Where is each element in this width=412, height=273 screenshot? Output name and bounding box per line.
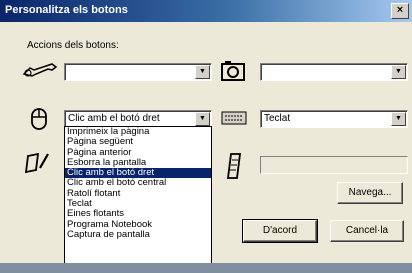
button-actions-label: Accions dels botons: bbox=[27, 40, 119, 51]
row1-left-action-select[interactable]: ▼ bbox=[64, 63, 212, 81]
keyboard-icon bbox=[221, 111, 247, 128]
row2-right-action-select[interactable]: Teclat ▼ bbox=[260, 110, 408, 128]
chevron-down-icon[interactable]: ▼ bbox=[391, 112, 406, 126]
customize-buttons-dialog: Personalitza els botons × Accions dels b… bbox=[0, 0, 412, 273]
chevron-down-icon[interactable]: ▼ bbox=[195, 112, 210, 126]
action-dropdown-list[interactable]: Imprimeix la pàgina Pàgina següent Pàgina … bbox=[64, 126, 212, 271]
browse-button[interactable]: Navega... bbox=[337, 182, 403, 204]
ok-button[interactable]: D'acord bbox=[242, 219, 318, 243]
chevron-down-icon[interactable]: ▼ bbox=[391, 65, 406, 79]
chevron-down-icon[interactable]: ▼ bbox=[195, 65, 210, 79]
close-button[interactable]: × bbox=[391, 3, 409, 19]
dropdown-option[interactable]: Captura de pantalla bbox=[65, 229, 211, 240]
row1-right-action-select[interactable]: ▼ bbox=[260, 63, 408, 81]
title-bar: Personalitza els botons × bbox=[0, 0, 412, 22]
desktop-strip bbox=[0, 263, 412, 273]
camera-icon bbox=[220, 60, 246, 85]
window-title: Personalitza els botons bbox=[5, 4, 128, 16]
device-icon bbox=[226, 152, 242, 183]
cancel-button[interactable]: Cancel·la bbox=[330, 220, 404, 242]
mouse-icon bbox=[30, 107, 48, 134]
row3-right-path-field[interactable] bbox=[260, 156, 408, 174]
wrench-icon bbox=[22, 62, 58, 83]
pen-icon bbox=[24, 150, 50, 179]
